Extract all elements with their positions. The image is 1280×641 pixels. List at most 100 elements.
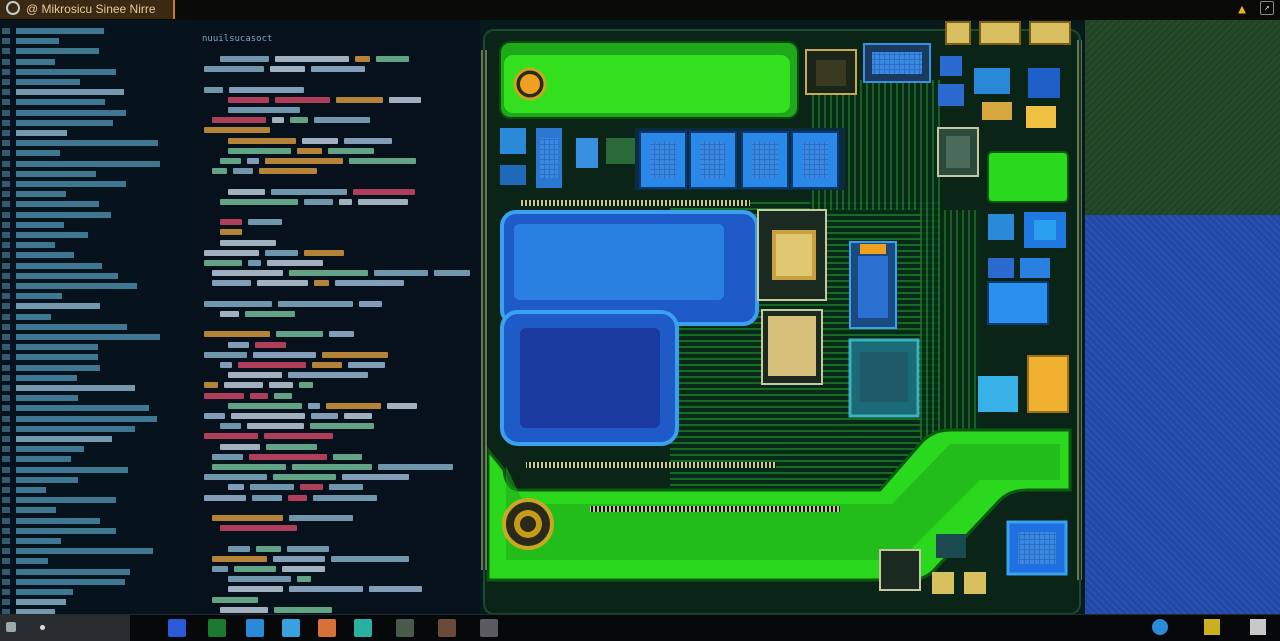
code-line[interactable] <box>190 533 480 543</box>
file-tree-row[interactable] <box>0 465 190 475</box>
file-tree-row[interactable] <box>0 36 190 46</box>
code-line[interactable] <box>190 309 480 319</box>
code-line[interactable] <box>190 584 480 594</box>
code-line[interactable] <box>190 340 480 350</box>
code-line[interactable] <box>190 503 480 513</box>
file-tree-row[interactable] <box>0 454 190 464</box>
code-line[interactable] <box>190 360 480 370</box>
code-line[interactable] <box>190 197 480 207</box>
share-icon[interactable]: ↗ <box>1260 1 1274 15</box>
file-tree-row[interactable] <box>0 108 190 118</box>
photo-icon[interactable] <box>396 619 414 637</box>
file-tree-row[interactable] <box>0 250 190 260</box>
code-line[interactable] <box>190 136 480 146</box>
file-tree-row[interactable] <box>0 414 190 424</box>
code-line[interactable] <box>190 115 480 125</box>
code-line[interactable] <box>190 105 480 115</box>
code-line[interactable] <box>190 187 480 197</box>
file-tree-row[interactable] <box>0 271 190 281</box>
code-line[interactable] <box>190 64 480 74</box>
display-icon[interactable] <box>1204 619 1220 635</box>
files-icon[interactable] <box>282 619 300 637</box>
search-icon[interactable] <box>6 622 16 632</box>
file-tree-row[interactable] <box>0 128 190 138</box>
file-tree-row[interactable] <box>0 220 190 230</box>
code-line[interactable] <box>190 370 480 380</box>
file-tree-row[interactable] <box>0 77 190 87</box>
file-tree-row[interactable] <box>0 67 190 77</box>
code-line[interactable] <box>190 554 480 564</box>
file-tree-row[interactable] <box>0 281 190 291</box>
code-line[interactable] <box>190 482 480 492</box>
file-tree-row[interactable] <box>0 57 190 67</box>
file-tree-row[interactable] <box>0 230 190 240</box>
code-line[interactable] <box>190 493 480 503</box>
code-line[interactable] <box>190 268 480 278</box>
code-line[interactable] <box>190 227 480 237</box>
file-tree-row[interactable] <box>0 597 190 607</box>
network-icon[interactable] <box>1152 619 1168 635</box>
file-tree-row[interactable] <box>0 516 190 526</box>
file-tree-row[interactable] <box>0 332 190 342</box>
code-line[interactable] <box>190 595 480 605</box>
file-tree-row[interactable] <box>0 505 190 515</box>
file-tree-row[interactable] <box>0 526 190 536</box>
file-tree-row[interactable] <box>0 97 190 107</box>
file-tree-row[interactable] <box>0 148 190 158</box>
code-line[interactable] <box>190 411 480 421</box>
file-tree-row[interactable] <box>0 567 190 577</box>
file-tree-row[interactable] <box>0 434 190 444</box>
code-line[interactable] <box>190 217 480 227</box>
code-line[interactable] <box>190 564 480 574</box>
file-tree-row[interactable] <box>0 577 190 587</box>
code-line[interactable] <box>190 431 480 441</box>
code-line[interactable] <box>190 166 480 176</box>
code-icon[interactable] <box>354 619 372 637</box>
file-tree-row[interactable] <box>0 424 190 434</box>
file-tree-row[interactable] <box>0 240 190 250</box>
code-line[interactable] <box>190 421 480 431</box>
taskbar-search-box[interactable] <box>0 615 130 641</box>
settings-icon[interactable] <box>438 619 456 637</box>
file-tree-row[interactable] <box>0 587 190 597</box>
code-line[interactable] <box>190 248 480 258</box>
code-line[interactable] <box>190 574 480 584</box>
code-line[interactable] <box>190 472 480 482</box>
file-tree-row[interactable] <box>0 118 190 128</box>
code-line[interactable] <box>190 54 480 64</box>
file-tree-row[interactable] <box>0 383 190 393</box>
code-line[interactable] <box>190 299 480 309</box>
file-tree-gutter[interactable] <box>0 20 191 616</box>
file-tree-row[interactable] <box>0 179 190 189</box>
file-tree-row[interactable] <box>0 342 190 352</box>
code-line[interactable] <box>190 125 480 135</box>
code-line[interactable] <box>190 329 480 339</box>
file-tree-row[interactable] <box>0 556 190 566</box>
code-line[interactable] <box>190 74 480 84</box>
code-line[interactable] <box>190 442 480 452</box>
code-line[interactable] <box>190 319 480 329</box>
file-tree-row[interactable] <box>0 475 190 485</box>
file-tree-row[interactable] <box>0 291 190 301</box>
code-line[interactable] <box>190 452 480 462</box>
browser-icon[interactable] <box>246 619 264 637</box>
file-tree-row[interactable] <box>0 189 190 199</box>
file-tree-row[interactable] <box>0 322 190 332</box>
code-line[interactable] <box>190 156 480 166</box>
pcb-board-view[interactable] <box>480 20 1085 614</box>
file-tree-row[interactable] <box>0 403 190 413</box>
code-line[interactable] <box>190 380 480 390</box>
code-line[interactable] <box>190 207 480 217</box>
file-tree-row[interactable] <box>0 87 190 97</box>
file-tree-row[interactable] <box>0 26 190 36</box>
code-line[interactable] <box>190 462 480 472</box>
code-line[interactable] <box>190 258 480 268</box>
code-line[interactable] <box>190 176 480 186</box>
notes-icon[interactable] <box>318 619 336 637</box>
code-line[interactable] <box>190 544 480 554</box>
alert-icon[interactable]: ▲ <box>1234 1 1250 17</box>
file-tree-row[interactable] <box>0 352 190 362</box>
image-icon[interactable] <box>480 619 498 637</box>
chip-app-icon[interactable] <box>168 619 186 637</box>
code-line[interactable] <box>190 523 480 533</box>
